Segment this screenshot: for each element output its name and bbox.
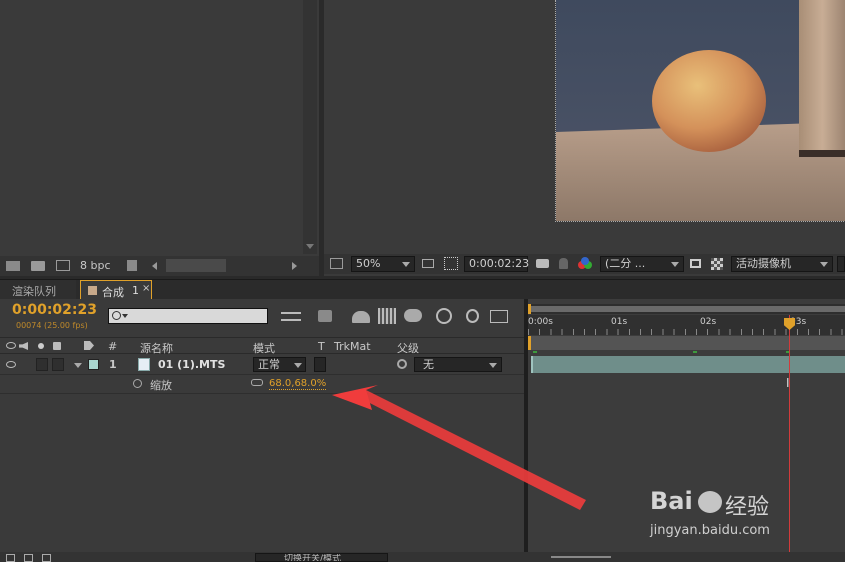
watermark-logo: Bai 经验 jingyan.baidu.com <box>650 487 770 538</box>
arrow-shaft <box>360 390 586 510</box>
paw-icon <box>698 491 722 513</box>
annotation-arrow <box>332 385 586 510</box>
